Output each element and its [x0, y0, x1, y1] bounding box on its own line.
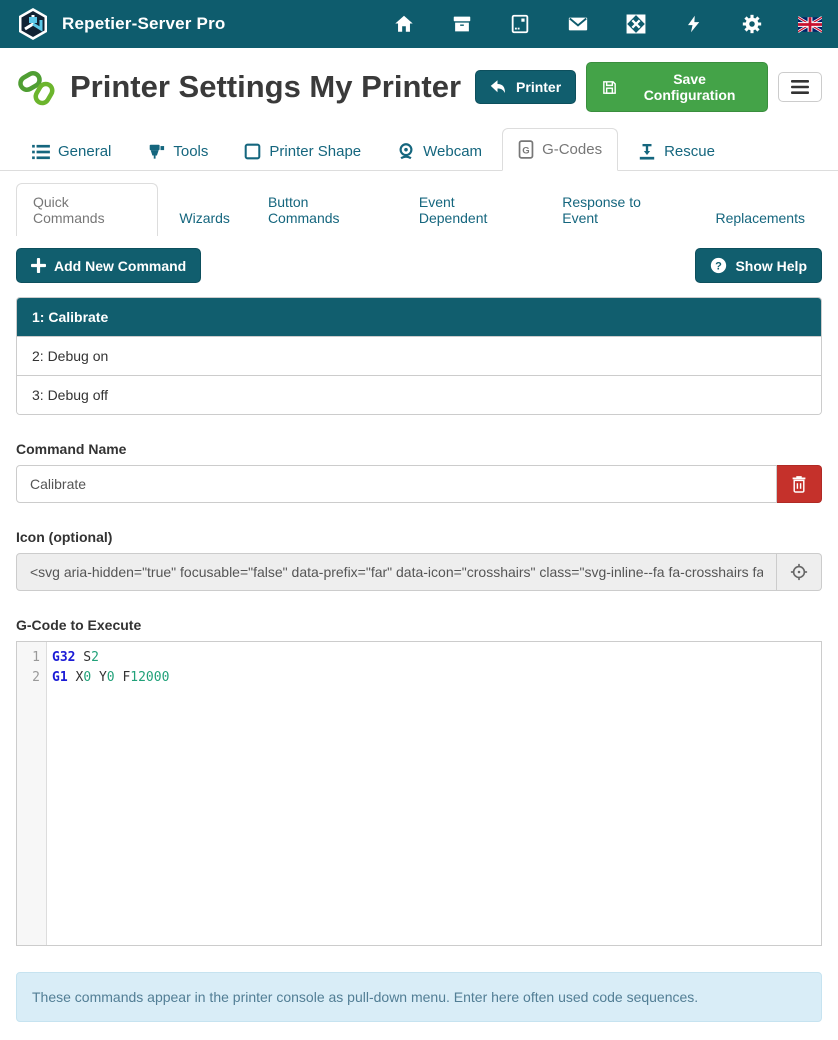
- tab-rescue[interactable]: Rescue: [622, 130, 731, 171]
- topbar: Repetier-Server Pro: [0, 0, 838, 48]
- list-item-debug-on[interactable]: 2: Debug on: [17, 336, 821, 375]
- list-item-calibrate[interactable]: 1: Calibrate: [17, 298, 821, 336]
- subtab-button-commands[interactable]: Button Commands: [251, 183, 398, 236]
- page-title: Printer Settings My Printer: [70, 69, 461, 105]
- tab-webcam[interactable]: Webcam: [381, 130, 498, 171]
- link-chain-icon: [16, 66, 58, 108]
- add-button-label: Add New Command: [54, 258, 186, 274]
- subtab-replacements[interactable]: Replacements: [698, 199, 822, 236]
- rescue-icon: [638, 142, 656, 160]
- extruder-icon: [147, 142, 165, 160]
- add-new-command-button[interactable]: Add New Command: [16, 248, 201, 283]
- gcode-file-icon: G: [518, 140, 534, 159]
- gcode-line[interactable]: G1 X0 Y0 F12000: [52, 668, 821, 688]
- archive-icon[interactable]: [450, 12, 474, 36]
- home-icon[interactable]: [392, 12, 416, 36]
- list-icon: [32, 144, 50, 160]
- printer-back-button[interactable]: Printer: [475, 70, 576, 104]
- gcode-subtabs: Quick Commands Wizards Button Commands E…: [0, 171, 838, 236]
- svg-text:?: ?: [716, 260, 723, 272]
- menu-button[interactable]: [778, 72, 822, 102]
- command-name-group: [16, 465, 822, 503]
- tab-tools[interactable]: Tools: [131, 130, 224, 171]
- list-item-debug-off[interactable]: 3: Debug off: [17, 375, 821, 414]
- tab-label: Rescue: [664, 143, 715, 160]
- header-buttons: Printer Save Configuration: [475, 62, 822, 112]
- tab-printer-shape[interactable]: Printer Shape: [228, 131, 377, 171]
- command-name-label: Command Name: [16, 441, 822, 457]
- show-help-button[interactable]: ? Show Help: [695, 248, 822, 283]
- tab-label: Printer Shape: [269, 143, 361, 160]
- hamburger-icon: [791, 79, 809, 95]
- gcode-line[interactable]: G32 S2: [52, 648, 821, 668]
- toolbar-spacer: [201, 248, 695, 283]
- bolt-icon[interactable]: [682, 12, 706, 36]
- tab-general[interactable]: General: [16, 131, 127, 171]
- footer: Save Configuration: [0, 1022, 838, 1040]
- print-preview-icon[interactable]: [508, 12, 532, 36]
- mail-icon[interactable]: [566, 12, 590, 36]
- delete-command-button[interactable]: [777, 465, 822, 503]
- plus-icon: [31, 258, 46, 273]
- webcam-icon: [397, 142, 415, 160]
- line-number: 2: [17, 668, 46, 688]
- save-configuration-button-top[interactable]: Save Configuration: [586, 62, 768, 112]
- gcode-editor[interactable]: 12 G32 S2G1 X0 Y0 F12000: [16, 641, 822, 946]
- icon-optional-label: Icon (optional): [16, 529, 822, 545]
- brand[interactable]: Repetier-Server Pro: [16, 7, 225, 41]
- question-circle-icon: ?: [710, 257, 727, 274]
- subtab-wizards[interactable]: Wizards: [162, 199, 247, 236]
- subtab-event-dependent[interactable]: Event Dependent: [402, 183, 541, 236]
- help-button-label: Show Help: [735, 258, 807, 274]
- info-box: These commands appear in the printer con…: [16, 972, 822, 1022]
- repetier-logo-icon: [16, 7, 50, 41]
- tab-label: G-Codes: [542, 141, 602, 158]
- command-name-input[interactable]: [16, 465, 777, 503]
- square-icon: [244, 143, 261, 160]
- brand-title: Repetier-Server Pro: [62, 14, 225, 34]
- settings-tabs: General Tools Printer Shape Webcam: [0, 118, 838, 171]
- icon-input[interactable]: [16, 553, 777, 591]
- line-number: 1: [17, 648, 46, 668]
- gear-icon[interactable]: [740, 12, 764, 36]
- quick-command-list: 1: Calibrate 2: Debug on 3: Debug off: [16, 297, 822, 415]
- tab-label: Webcam: [423, 143, 482, 160]
- icon-group: [16, 553, 822, 591]
- subtab-quick-commands[interactable]: Quick Commands: [16, 183, 158, 236]
- expand-icon[interactable]: [624, 12, 648, 36]
- tab-label: General: [58, 143, 111, 160]
- trash-icon: [791, 475, 807, 493]
- svg-text:G: G: [522, 145, 529, 156]
- page-header: Printer Settings My Printer Printer Save…: [0, 48, 838, 118]
- printer-button-label: Printer: [516, 79, 561, 95]
- editor-gutter: 12: [17, 642, 47, 945]
- gcode-to-execute-label: G-Code to Execute: [16, 617, 822, 633]
- save-icon: [601, 79, 618, 96]
- tab-label: Tools: [173, 143, 208, 160]
- crosshairs-icon: [790, 563, 808, 581]
- topbar-icons: [392, 12, 822, 36]
- tab-g-codes[interactable]: G G-Codes: [502, 128, 618, 171]
- editor-code-area[interactable]: G32 S2G1 X0 Y0 F12000: [47, 642, 821, 945]
- crosshairs-icon-button[interactable]: [777, 553, 822, 591]
- command-toolbar: Add New Command ? Show Help: [0, 236, 838, 283]
- save-button-label: Save Configuration: [626, 71, 753, 103]
- reply-arrow-icon: [490, 79, 508, 95]
- uk-flag-icon[interactable]: [798, 12, 822, 36]
- subtab-response-to-event[interactable]: Response to Event: [545, 183, 694, 236]
